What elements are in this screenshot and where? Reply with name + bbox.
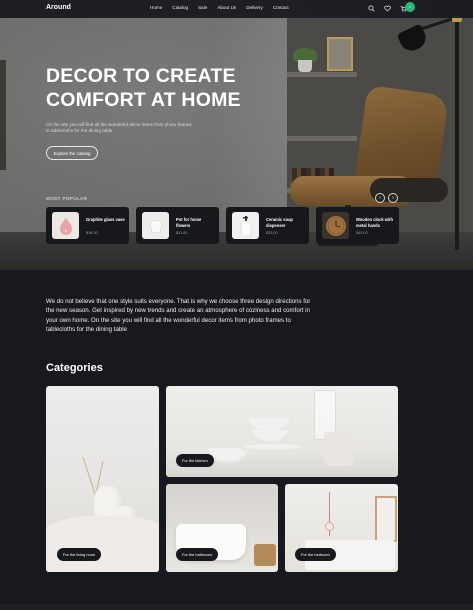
category-label: For the living room: [57, 548, 102, 561]
nav-item-about-us[interactable]: About Us: [217, 5, 236, 10]
top-navbar: Around Home Catalog Sale About Us Delive…: [0, 0, 473, 18]
vase-icon: [52, 212, 79, 239]
soap-dispenser-icon: [232, 212, 259, 239]
kitchen-bowl: [250, 430, 290, 444]
pot-icon: [142, 212, 169, 239]
bedroom-frame: [375, 496, 397, 542]
nav-item-catalog[interactable]: Catalog: [172, 5, 188, 10]
cart-icon[interactable]: 4: [398, 2, 415, 13]
search-icon[interactable]: [366, 3, 376, 13]
hero-photo-frame: [327, 37, 353, 71]
nav-item-home[interactable]: Home: [150, 5, 162, 10]
kitchen-plate: [240, 444, 306, 452]
category-label: For the bedroom: [295, 548, 336, 561]
product-card[interactable]: Ceramic soap dispenser $33.00: [226, 207, 309, 244]
category-bathroom[interactable]: For the bathroom: [166, 484, 278, 572]
product-card[interactable]: Wooden clock with metal hands $43.00: [316, 207, 399, 244]
category-label: For the bathroom: [176, 548, 218, 561]
kitchen-mug: [324, 432, 354, 466]
hero-shelf: [287, 72, 357, 77]
cart-count-badge: 4: [405, 2, 415, 12]
carousel-controls: ‹ ›: [375, 193, 398, 203]
product-price: $18.00: [86, 231, 98, 235]
bedroom-lamp-bulb: [325, 522, 334, 531]
carousel-prev-button[interactable]: ‹: [375, 193, 385, 203]
product-name: Wooden clock with metal hands: [356, 217, 393, 228]
category-kitchen[interactable]: For the kitchen: [166, 386, 398, 477]
living-room-throw: [46, 516, 159, 572]
brand-logo[interactable]: Around: [46, 4, 71, 11]
nav-item-sale[interactable]: Sale: [198, 5, 207, 10]
footer-divider: [0, 604, 473, 610]
hero-subtitle: On the site you will find all the wonder…: [46, 122, 192, 133]
hero-shelf: [287, 136, 357, 141]
category-label: For the kitchen: [176, 454, 214, 467]
hero-plant-stem: [0, 60, 6, 170]
product-card[interactable]: Pot for home flowers $11.00: [136, 207, 219, 244]
categories-heading: Categories: [46, 362, 103, 374]
nav-item-contact[interactable]: Contact: [273, 5, 289, 10]
nav-item-delivery[interactable]: Delivery: [246, 5, 263, 10]
popular-products: Graphite glass vase $18.00 Pot for home …: [46, 207, 399, 244]
category-bedroom[interactable]: For the bedroom: [285, 484, 398, 572]
main-menu: Home Catalog Sale About Us Delivery Cont…: [150, 5, 299, 10]
hero-floor-lamp: [455, 20, 459, 250]
product-name: Ceramic soap dispenser: [266, 217, 293, 228]
product-price: $33.00: [266, 231, 278, 235]
heart-icon[interactable]: [382, 3, 392, 13]
bathroom-basket: [254, 544, 276, 566]
product-price: $11.00: [176, 231, 188, 235]
product-name: Pot for home flowers: [176, 217, 202, 228]
about-paragraph: We do not believe that one style suits e…: [46, 298, 311, 334]
most-popular-label: MOST POPULAR: [46, 196, 88, 201]
product-card[interactable]: Graphite glass vase $18.00: [46, 207, 129, 244]
hero-title: DECOR TO CREATE COMFORT AT HOME: [46, 65, 241, 111]
category-living-room[interactable]: For the living room: [46, 386, 159, 572]
carousel-next-button[interactable]: ›: [388, 193, 398, 203]
explore-catalog-button[interactable]: Explore the catalog: [46, 146, 98, 160]
hero-plant-pot: [298, 60, 312, 72]
product-price: $43.00: [356, 231, 368, 235]
clock-icon: [322, 212, 349, 239]
product-name: Graphite glass vase: [86, 217, 125, 222]
nav-actions: 4: [366, 2, 415, 13]
